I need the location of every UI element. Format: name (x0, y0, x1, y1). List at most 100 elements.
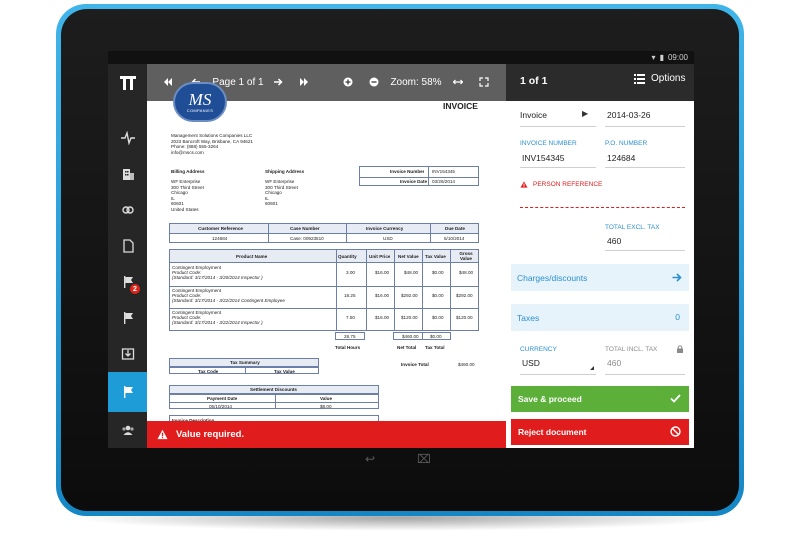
total-excl-underline (605, 250, 685, 251)
po-number-field[interactable]: 124684 (607, 153, 635, 163)
first-page-icon (164, 78, 172, 86)
billing-line: United States (171, 206, 199, 212)
document-viewer: Page 1 of 1 Zoom: 58% MS COMPANIES INVOI… (147, 64, 506, 448)
home-button-icon[interactable]: ⌧ (417, 452, 431, 466)
nav-organizations[interactable] (108, 154, 147, 194)
invoice-meta-table: Invoice Number INV154345 Invoice Date 03… (359, 166, 479, 186)
zoom-in-icon (343, 77, 353, 87)
download-tray-icon (121, 348, 134, 360)
tax-summary-table: Tax Summary Tax Code Tax Value (169, 358, 319, 374)
settlement-table: Settlement Discounts Payment Date Value … (169, 385, 379, 409)
invoice-number-underline (520, 167, 596, 168)
total-excl-field[interactable]: 460 (607, 236, 621, 246)
person-reference-label: PERSON REFERENCE (520, 181, 602, 188)
back-button-icon[interactable]: ↩ (365, 452, 375, 466)
doc-type-select[interactable]: Invoice ▶ (520, 108, 596, 124)
fullscreen-button[interactable] (477, 75, 491, 89)
zoom-in-button[interactable] (341, 75, 355, 89)
person-reference-field[interactable] (520, 207, 685, 208)
fit-width-button[interactable] (451, 75, 465, 89)
company-line: info@mscs.com (171, 149, 204, 155)
zoom-out-button[interactable] (367, 75, 381, 89)
total-incl-field: 460 (607, 358, 622, 368)
options-button[interactable]: Options (634, 73, 685, 84)
status-time: 09:00 (667, 53, 688, 62)
nav-users[interactable] (108, 410, 147, 448)
invoice-total-value: $460.00 (458, 362, 475, 367)
pulse-icon (120, 131, 135, 145)
total-excl-label: TOTAL EXCL. TAX (605, 224, 660, 231)
flag-icon (123, 312, 133, 324)
total-hours-label: Total Hours (335, 345, 361, 350)
status-bar: ▾ ▮ 09:00 (108, 51, 694, 64)
wifi-icon: ▾ (651, 53, 656, 62)
arrow-right-icon (672, 273, 682, 282)
hardware-buttons: ↩ ⌧ (361, 452, 441, 472)
save-proceed-button[interactable]: Save & proceed (511, 386, 689, 412)
warning-icon (520, 181, 528, 188)
line-items-table: Product Name Quantity Unit Price Net Val… (169, 249, 479, 331)
caret-right-icon: ▶ (582, 109, 589, 118)
nav-links[interactable] (108, 190, 147, 230)
invoice-number-label: INVOICE NUMBER (520, 140, 577, 147)
reject-document-button[interactable]: Reject document (511, 419, 689, 445)
flag-count-badge: 2 (130, 284, 140, 294)
invoice-page: INVOICE Management Solutions Companies L… (147, 101, 506, 425)
billing-title: Billing Address (171, 169, 205, 174)
doc-date-underline (605, 126, 685, 127)
link-icon (121, 206, 134, 214)
dropdown-corner-icon (590, 366, 594, 370)
error-bar: Value required. (147, 421, 506, 448)
nav-inbox[interactable] (108, 334, 147, 374)
data-panel: 1 of 1 Options Invoice ▶ 2014-03-26 INVO… (506, 64, 694, 448)
net-total-label: Net Total (397, 345, 417, 350)
warning-icon (157, 429, 168, 440)
nav-rail: 2 (108, 64, 147, 448)
invoice-total-label: Invoice Total (401, 362, 429, 367)
app-logo-icon (119, 76, 136, 90)
last-page-button[interactable] (297, 75, 311, 89)
nav-activity[interactable] (108, 118, 147, 158)
lock-icon (677, 345, 683, 353)
currency-label: CURRENCY (520, 346, 557, 353)
app-logo[interactable] (108, 64, 147, 102)
fit-width-icon (453, 79, 463, 85)
arrow-right-icon (274, 78, 283, 86)
next-page-button[interactable] (271, 75, 285, 89)
nav-flag-active[interactable] (108, 372, 147, 412)
nav-flagged[interactable]: 2 (108, 262, 147, 302)
currency-select[interactable]: USD (520, 357, 596, 373)
error-message: Value required. (176, 429, 245, 440)
last-page-icon (300, 78, 308, 86)
prohibited-icon (670, 426, 681, 437)
invoice-number-field[interactable]: INV154345 (522, 153, 565, 163)
currency-underline (520, 374, 596, 375)
panel-header: 1 of 1 Options (506, 64, 694, 101)
charges-discounts-row[interactable]: Charges/discounts (511, 264, 689, 291)
zoom-level: Zoom: 58% (390, 76, 442, 88)
first-page-button[interactable] (161, 75, 175, 89)
fullscreen-icon (479, 77, 489, 87)
shipping-line: 60601 (265, 201, 278, 206)
zoom-out-icon (369, 77, 379, 87)
taxes-value: 0 (675, 312, 680, 322)
doc-type-underline (520, 126, 596, 127)
list-icon (634, 73, 645, 84)
doc-date-field[interactable]: 2014-03-26 (607, 110, 650, 120)
document-icon (122, 239, 134, 253)
battery-icon: ▮ (659, 53, 664, 62)
po-number-label: P.O. NUMBER (605, 140, 648, 147)
invoice-title: INVOICE (443, 101, 478, 111)
total-incl-label: TOTAL INCL. TAX (605, 346, 658, 353)
po-number-underline (605, 167, 685, 168)
reference-table: Customer Reference Case Number Invoice C… (169, 223, 479, 243)
total-hours-box: 28.75 (335, 332, 365, 340)
nav-documents[interactable] (108, 226, 147, 266)
taxes-row[interactable]: Taxes 0 (511, 304, 689, 331)
shipping-title: Shipping Address (265, 169, 305, 174)
nav-flagged-secondary[interactable] (108, 298, 147, 338)
net-tax-totals-box: $460.00 $0.00 (393, 332, 451, 340)
company-logo: MS COMPANIES (173, 82, 227, 122)
checkmark-icon (670, 394, 681, 403)
building-icon (122, 169, 134, 180)
